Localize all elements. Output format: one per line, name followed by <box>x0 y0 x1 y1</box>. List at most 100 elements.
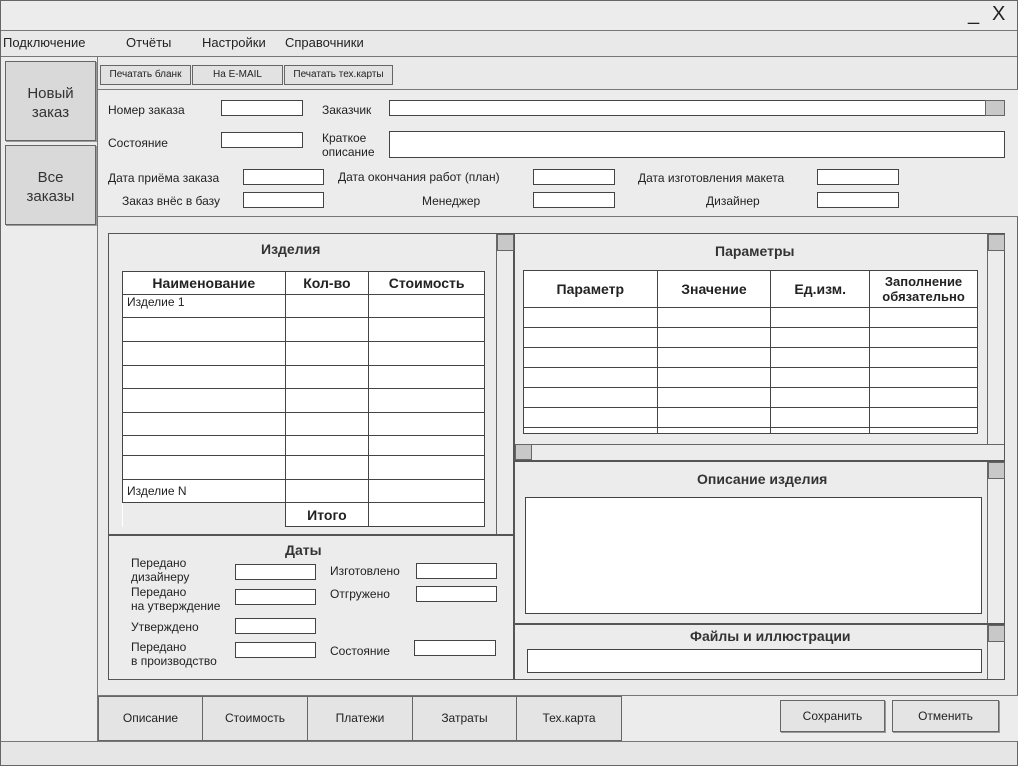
table-row[interactable] <box>523 367 978 388</box>
table-row[interactable] <box>122 341 485 366</box>
product-qty-cell[interactable] <box>284 317 370 342</box>
main-window: _ X Подключение Отчёты Настройки Справоч… <box>0 0 1018 766</box>
table-row[interactable] <box>523 387 978 408</box>
product-qty-cell[interactable] <box>284 294 370 318</box>
dates-state-field[interactable] <box>414 640 496 656</box>
product-cost-cell[interactable] <box>368 479 485 503</box>
customer-field[interactable] <box>389 100 1005 116</box>
to-approval-field[interactable] <box>235 589 316 605</box>
product-name-cell[interactable] <box>122 317 286 342</box>
table-row[interactable] <box>122 412 485 436</box>
date-mockup-field[interactable] <box>817 169 899 185</box>
date-end-plan-field[interactable] <box>533 169 615 185</box>
total-value-cell <box>368 502 485 527</box>
product-cost-cell[interactable] <box>368 388 485 413</box>
table-row[interactable]: Изделие N <box>122 479 485 503</box>
email-button[interactable]: На E-MAIL <box>192 65 283 85</box>
tab-expenses[interactable]: Затраты <box>412 696 517 741</box>
product-qty-cell[interactable] <box>284 435 370 456</box>
product-qty-cell[interactable] <box>284 341 370 366</box>
product-qty-cell[interactable] <box>284 455 370 480</box>
files-scroll-thumb[interactable] <box>988 625 1005 642</box>
col-unit: Ед.изм. <box>770 270 871 308</box>
tab-cost[interactable]: Стоимость <box>202 696 308 741</box>
table-row[interactable] <box>523 307 978 328</box>
tab-payments[interactable]: Платежи <box>307 696 413 741</box>
product-name-cell[interactable] <box>122 365 286 389</box>
date-received-field[interactable] <box>243 169 324 185</box>
product-cost-cell[interactable] <box>368 365 485 389</box>
table-row[interactable] <box>122 388 485 413</box>
product-name-cell[interactable] <box>122 388 286 413</box>
save-button[interactable]: Сохранить <box>780 700 885 732</box>
table-row[interactable] <box>122 435 485 456</box>
to-production-label-1: Передано <box>131 640 187 654</box>
parameters-h-scrollbar[interactable] <box>515 444 1004 460</box>
files-list[interactable] <box>527 649 982 673</box>
product-name-cell[interactable] <box>122 455 286 480</box>
short-description-field[interactable] <box>389 131 1005 158</box>
product-name-cell[interactable] <box>122 412 286 436</box>
manufactured-field[interactable] <box>416 563 497 579</box>
approved-field[interactable] <box>235 618 316 634</box>
menu-settings[interactable]: Настройки <box>202 35 266 50</box>
menu-reports[interactable]: Отчёты <box>126 35 171 50</box>
product-name-cell[interactable]: Изделие N <box>122 479 286 503</box>
description-scrollbar[interactable] <box>987 462 1005 623</box>
description-textarea[interactable] <box>525 497 982 614</box>
table-row[interactable] <box>523 427 978 434</box>
total-row: Итого <box>122 502 485 527</box>
table-row[interactable] <box>122 455 485 480</box>
parameters-h-scroll-thumb[interactable] <box>515 444 532 460</box>
col-name: Наименование <box>122 271 286 295</box>
new-order-button[interactable]: Новый заказ <box>5 61 96 141</box>
menu-references[interactable]: Справочники <box>285 35 364 50</box>
product-name-cell[interactable]: Изделие 1 <box>122 294 286 318</box>
close-button[interactable]: X <box>992 3 1005 26</box>
tab-description[interactable]: Описание <box>98 696 203 741</box>
products-scroll-thumb[interactable] <box>497 234 514 251</box>
menu-connection[interactable]: Подключение <box>3 35 85 50</box>
new-order-label: Новый заказ <box>27 85 74 121</box>
product-name-cell[interactable] <box>122 435 286 456</box>
customer-dropdown-button[interactable] <box>985 100 1005 116</box>
product-cost-cell[interactable] <box>368 412 485 436</box>
product-cost-cell[interactable] <box>368 317 485 342</box>
table-row[interactable]: Изделие 1 <box>122 294 485 318</box>
product-cost-cell[interactable] <box>368 435 485 456</box>
products-scrollbar[interactable] <box>496 234 514 534</box>
dates-title: Даты <box>285 542 322 558</box>
description-scroll-thumb[interactable] <box>988 462 1005 479</box>
print-form-button[interactable]: Печатать бланк <box>100 65 191 85</box>
product-cost-cell[interactable] <box>368 455 485 480</box>
minimize-button[interactable]: _ <box>968 3 979 26</box>
product-qty-cell[interactable] <box>284 365 370 389</box>
designer-field[interactable] <box>817 192 899 208</box>
parameters-v-scrollbar[interactable] <box>987 234 1005 444</box>
product-qty-cell[interactable] <box>284 388 370 413</box>
tab-tech-card[interactable]: Тех.карта <box>516 696 622 741</box>
files-scrollbar[interactable] <box>987 625 1005 679</box>
cancel-button[interactable]: Отменить <box>892 700 999 732</box>
manager-field[interactable] <box>533 192 615 208</box>
table-row[interactable] <box>122 317 485 342</box>
shipped-field[interactable] <box>416 586 497 602</box>
parameters-v-scroll-thumb[interactable] <box>988 234 1005 251</box>
to-designer-field[interactable] <box>235 564 316 580</box>
table-row[interactable] <box>523 407 978 428</box>
state-field[interactable] <box>221 132 303 148</box>
to-production-field[interactable] <box>235 642 316 658</box>
product-cost-cell[interactable] <box>368 294 485 318</box>
product-qty-cell[interactable] <box>284 412 370 436</box>
product-cost-cell[interactable] <box>368 341 485 366</box>
product-qty-cell[interactable] <box>284 479 370 503</box>
order-number-field[interactable] <box>221 100 303 116</box>
entered-by-field[interactable] <box>243 192 324 208</box>
table-row[interactable] <box>122 365 485 389</box>
all-orders-button[interactable]: Все заказы <box>5 145 96 225</box>
table-row[interactable] <box>523 327 978 348</box>
print-tech-card-button[interactable]: Печатать тех.карты <box>284 65 393 85</box>
product-name-cell[interactable] <box>122 341 286 366</box>
sidebar: Новый заказ Все заказы <box>1 57 98 741</box>
table-row[interactable] <box>523 347 978 368</box>
